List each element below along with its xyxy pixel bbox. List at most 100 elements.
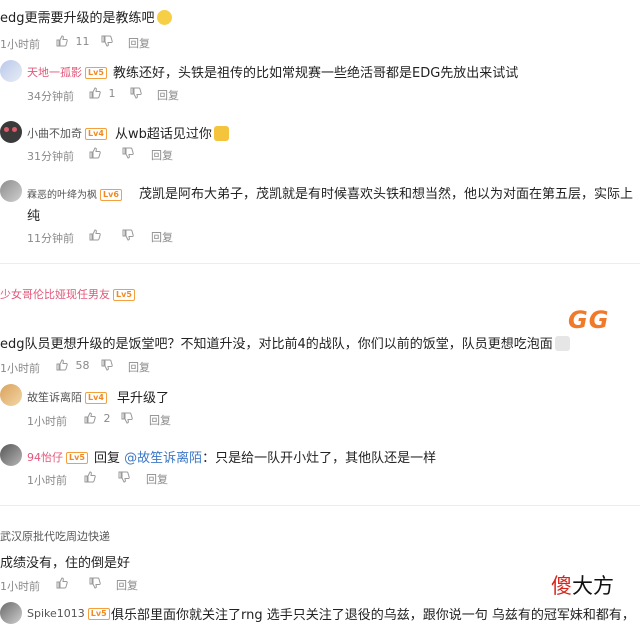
username: 94怡仔 (27, 451, 63, 464)
comment-author[interactable]: 少女哥伦比娅现任男友 Lv5 (0, 286, 135, 302)
like-button[interactable]: 11 (56, 35, 90, 48)
reply-author[interactable]: Spike1013 Lv5 (27, 607, 110, 620)
reply-prefix: 回复 (94, 451, 121, 466)
comment-time: 1小时前 (0, 580, 40, 593)
dislike-button[interactable] (101, 35, 113, 48)
dislike-button[interactable] (130, 87, 142, 100)
dislike-button[interactable] (118, 471, 130, 484)
avatar[interactable] (0, 384, 22, 406)
like-button[interactable] (89, 229, 101, 242)
reply-text: 早升级了 (117, 391, 170, 406)
username: Spike1013 (27, 607, 85, 620)
avatar[interactable] (0, 180, 22, 202)
like-button[interactable]: 1 (89, 87, 116, 100)
username: 霖恶的叶绛为枫 (27, 190, 97, 201)
reply-text-continued: 纯 (27, 209, 41, 224)
reply-text: 茂凯是阿布大弟子，茂凯就是有时候喜欢头铁和想当然，他以为对面在第五层，实际上 (139, 187, 634, 202)
reply-time: 1小时前 (27, 415, 67, 428)
like-button[interactable]: 2 (84, 412, 111, 425)
watermark-char-dark: 大方 (572, 574, 614, 598)
cat-sticker-icon (213, 126, 229, 141)
reply-button[interactable]: 回复 (116, 577, 138, 593)
reply-button[interactable]: 回复 (157, 87, 179, 103)
username: 少女哥伦比娅现任男友 (0, 288, 110, 301)
mention-link[interactable]: @故笙诉离陌 (124, 451, 202, 466)
like-count: 58 (75, 359, 90, 372)
username: 小曲不加奇 (27, 127, 82, 140)
reply-author[interactable]: 小曲不加奇 Lv4 (27, 125, 107, 141)
dislike-button[interactable] (122, 229, 134, 242)
comment-time: 1小时前 (0, 362, 40, 375)
avatar[interactable] (0, 60, 22, 82)
dislike-icon (121, 412, 133, 424)
thumb-up-icon (56, 359, 68, 371)
dislike-icon (101, 359, 113, 371)
reply-button[interactable]: 回复 (149, 412, 171, 428)
comment-time: 1小时前 (0, 38, 40, 51)
reply-button[interactable]: 回复 (151, 147, 173, 163)
reply-button[interactable]: 回复 (128, 359, 150, 375)
dislike-icon (122, 229, 134, 241)
reply-time: 31分钟前 (27, 150, 74, 163)
reply-author[interactable]: 天地一孤影 Lv5 (27, 64, 107, 80)
level-badge: Lv4 (85, 128, 107, 140)
dislike-button[interactable] (101, 359, 113, 372)
reply-time: 11分钟前 (27, 232, 74, 245)
username: 武汉原批代吃周边快递 (0, 530, 110, 543)
comment-author[interactable]: 武汉原批代吃周边快递 (0, 528, 110, 544)
thumb-up-icon (56, 577, 68, 589)
reply-text: 从wb超话见过你 (115, 123, 229, 142)
dislike-button[interactable] (89, 577, 101, 590)
avatar[interactable] (0, 602, 22, 624)
dislike-icon (122, 147, 134, 159)
dislike-button[interactable] (122, 147, 134, 160)
divider (0, 263, 640, 264)
watermark: 傻大方 (551, 570, 614, 600)
reply-text: 回复 @故笙诉离陌：只是给一队开小灶了，其他队还是一样 (94, 447, 436, 466)
reply-button[interactable]: 回复 (146, 471, 168, 487)
comment-text: 成绩没有，住的倒是好 (0, 556, 131, 571)
reply-time: 1小时前 (27, 474, 67, 487)
dislike-icon (101, 35, 113, 47)
reply-author[interactable]: 霖恶的叶绛为枫 Lv6 (27, 186, 122, 201)
reply-time: 34分钟前 (27, 90, 74, 103)
comment-body: edg更需要升级的是教练吧 (0, 11, 155, 26)
reply-text: 俱乐部里面你就关注了rng 选手只关注了退役的乌兹，跟你说一句 乌兹有的冠军妹和… (111, 608, 635, 623)
like-button[interactable] (56, 577, 68, 590)
reply-author[interactable]: 94怡仔 Lv5 (27, 449, 88, 465)
comment-text: edg队员更想升级的是饭堂吧？不知道升没，对比前4的战队，你们以前的饭堂，队员更… (0, 333, 570, 352)
like-button[interactable] (84, 471, 96, 484)
reply-author[interactable]: 故笙诉离陌 Lv4 (27, 389, 107, 405)
reply-text: 教练还好，头铁是祖传的比如常规赛一些绝活哥都是EDG先放出来试试 (113, 66, 519, 81)
divider (0, 505, 640, 506)
avatar[interactable] (0, 121, 22, 143)
username: 天地一孤影 (27, 66, 82, 79)
reply-button[interactable]: 回复 (128, 35, 150, 51)
dislike-button[interactable] (121, 412, 133, 425)
level-badge: Lv5 (87, 608, 110, 620)
level-badge: Lv5 (113, 289, 135, 301)
noodle-emoji-icon (554, 336, 570, 351)
reply-body: ：只是给一队开小灶了，其他队还是一样 (202, 451, 437, 466)
gg-sticker: GG (568, 306, 610, 334)
smile-emoji-icon (156, 10, 172, 25)
comment-meta: 1小时前 (0, 36, 40, 52)
like-count: 2 (103, 412, 111, 425)
reply-body: 从wb超话见过你 (115, 127, 212, 142)
avatar[interactable] (0, 444, 22, 466)
thumb-up-icon (89, 87, 101, 99)
like-button[interactable] (89, 147, 101, 160)
dislike-icon (118, 471, 130, 483)
level-badge: Lv6 (100, 189, 122, 201)
dislike-icon (89, 577, 101, 589)
reply-button[interactable]: 回复 (151, 229, 173, 245)
level-badge: Lv4 (85, 392, 107, 404)
level-badge: Lv5 (85, 67, 107, 79)
thumb-up-icon (89, 147, 101, 159)
level-badge: Lv5 (66, 452, 88, 464)
like-count: 1 (108, 87, 116, 100)
username: 故笙诉离陌 (27, 391, 82, 404)
like-button[interactable]: 58 (56, 359, 90, 372)
thumb-up-icon (89, 229, 101, 241)
watermark-char-red: 傻 (551, 574, 572, 598)
